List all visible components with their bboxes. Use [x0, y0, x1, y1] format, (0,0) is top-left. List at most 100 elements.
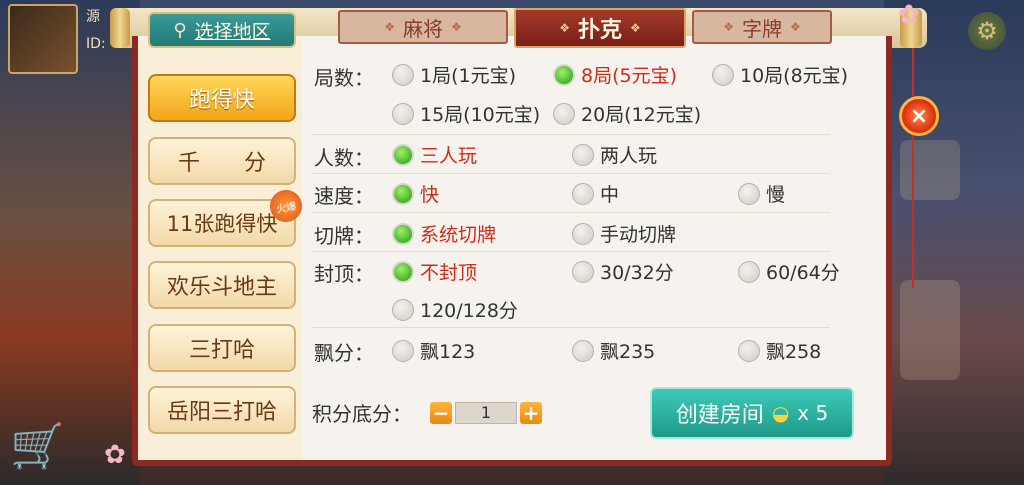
ornament-icon: ❖ [723, 20, 734, 34]
sidebar-item-qianfen[interactable]: 千 分 [148, 137, 296, 185]
speed-option-slow[interactable]: 慢 [738, 180, 785, 207]
rounds-label: 局数： [314, 66, 374, 90]
region-label: 选择地区 [194, 20, 271, 43]
flower-icon: ✿ [898, 0, 920, 30]
avatar-name: 源 [86, 9, 100, 25]
option-text: 8局(5元宝) [581, 65, 678, 87]
cut-option-manual[interactable]: 手动切牌 [572, 220, 676, 247]
ornament-icon: ❖ [559, 21, 570, 35]
divider [312, 134, 830, 135]
cut-option-system[interactable]: 系统切牌 [392, 220, 496, 247]
background-right [884, 0, 1024, 485]
radio-icon [738, 260, 760, 283]
radio-icon [392, 339, 414, 362]
option-text: 飘123 [420, 341, 476, 363]
option-text: 快 [420, 184, 440, 206]
float-option-235[interactable]: 飘235 [572, 337, 655, 364]
players-option-2[interactable]: 两人玩 [572, 141, 657, 168]
float-label: 飘分： [314, 341, 374, 365]
rounds-option-1[interactable]: 1局(1元宝) [392, 61, 516, 88]
option-text: 飘235 [600, 341, 656, 363]
location-pin-icon: ⚲ [173, 19, 187, 41]
players-option-3[interactable]: 三人玩 [392, 141, 477, 168]
ornament-icon: ❖ [451, 20, 462, 34]
option-text: 不封顶 [420, 262, 478, 284]
region-select-button[interactable]: ⚲ 选择地区 [148, 12, 296, 48]
scroll-cord [912, 48, 914, 288]
ornament-icon: ❖ [630, 21, 641, 35]
option-text: 飘258 [766, 341, 822, 363]
option-text: 慢 [766, 184, 786, 206]
base-score-label: 积分底分： [312, 402, 412, 426]
shopping-cart-icon[interactable]: 🛒 [10, 420, 80, 475]
option-text: 20局(12元宝) [581, 104, 702, 126]
cap-option-30-32[interactable]: 30/32分 [572, 258, 674, 285]
radio-checked-icon [392, 260, 414, 283]
gold-ingot-icon: ◒ [771, 401, 790, 425]
speed-option-medium[interactable]: 中 [572, 180, 619, 207]
divider [312, 251, 830, 252]
radio-icon [572, 143, 594, 166]
radio-icon [392, 298, 414, 321]
cap-option-none[interactable]: 不封顶 [392, 258, 477, 285]
radio-icon [572, 182, 594, 205]
sidebar-item-paodekuai[interactable]: 跑得快 [148, 74, 296, 122]
flower-icon: ✿ [104, 440, 126, 470]
gear-icon[interactable]: ⚙ [968, 12, 1006, 50]
tab-label: 扑克 [577, 18, 622, 43]
radio-checked-icon [392, 182, 414, 205]
rounds-option-20[interactable]: 20局(12元宝) [553, 100, 701, 127]
sidebar-item-yueyang-sandaha[interactable]: 岳阳三打哈 [148, 386, 296, 434]
radio-icon [572, 222, 594, 245]
ornament-icon: ❖ [384, 20, 395, 34]
sidebar-item-sandaha[interactable]: 三打哈 [148, 324, 296, 372]
decrement-button[interactable]: − [430, 401, 452, 425]
rounds-option-10[interactable]: 10局(8元宝) [712, 61, 848, 88]
float-option-123[interactable]: 飘123 [392, 337, 475, 364]
rounds-option-8[interactable]: 8局(5元宝) [553, 61, 677, 88]
option-text: 1局(1元宝) [420, 65, 517, 87]
create-room-button[interactable]: 创建房间 ◒ x 5 [650, 387, 854, 439]
create-room-label: 创建房间 [675, 403, 764, 428]
option-text: 15局(10元宝) [420, 104, 541, 126]
radio-checked-icon [392, 222, 414, 245]
sidebar-item-doudizhu[interactable]: 欢乐斗地主 [148, 261, 296, 309]
background-decoration [900, 140, 960, 200]
tab-zipai[interactable]: ❖ 字牌 ❖ [692, 10, 832, 44]
rounds-option-15[interactable]: 15局(10元宝) [392, 100, 540, 127]
base-score-value[interactable]: 1 [455, 402, 517, 424]
option-text: 120/128分 [420, 300, 518, 322]
cut-label: 切牌： [314, 224, 374, 248]
option-text: 三人玩 [420, 145, 478, 167]
tab-poker[interactable]: ❖ 扑克 ❖ [514, 8, 686, 48]
create-room-cost: x 5 [797, 401, 829, 425]
radio-icon [392, 102, 414, 125]
radio-icon [572, 339, 594, 362]
option-text: 中 [600, 184, 620, 206]
radio-icon [572, 260, 594, 283]
radio-icon [553, 102, 575, 125]
close-icon[interactable]: × [899, 96, 939, 136]
radio-checked-icon [392, 143, 414, 166]
cap-label: 封顶： [314, 262, 374, 286]
ornament-icon: ❖ [790, 20, 801, 34]
cap-option-120-128[interactable]: 120/128分 [392, 296, 518, 323]
radio-icon [738, 182, 760, 205]
divider [312, 327, 830, 328]
scroll-rod-left [110, 8, 130, 48]
avatar[interactable] [8, 4, 78, 74]
background-decoration [900, 280, 960, 380]
option-text: 60/64分 [766, 262, 840, 284]
cap-option-60-64[interactable]: 60/64分 [738, 258, 840, 285]
increment-button[interactable]: + [520, 401, 542, 425]
speed-label: 速度： [314, 184, 374, 208]
radio-icon [392, 63, 414, 86]
option-text: 系统切牌 [420, 224, 497, 246]
tab-mahjong[interactable]: ❖ 麻将 ❖ [338, 10, 508, 44]
float-option-258[interactable]: 飘258 [738, 337, 821, 364]
players-label: 人数： [314, 146, 374, 170]
option-text: 两人玩 [600, 145, 658, 167]
speed-option-fast[interactable]: 快 [392, 180, 439, 207]
avatar-id: ID: [86, 36, 106, 52]
radio-icon [712, 63, 734, 86]
